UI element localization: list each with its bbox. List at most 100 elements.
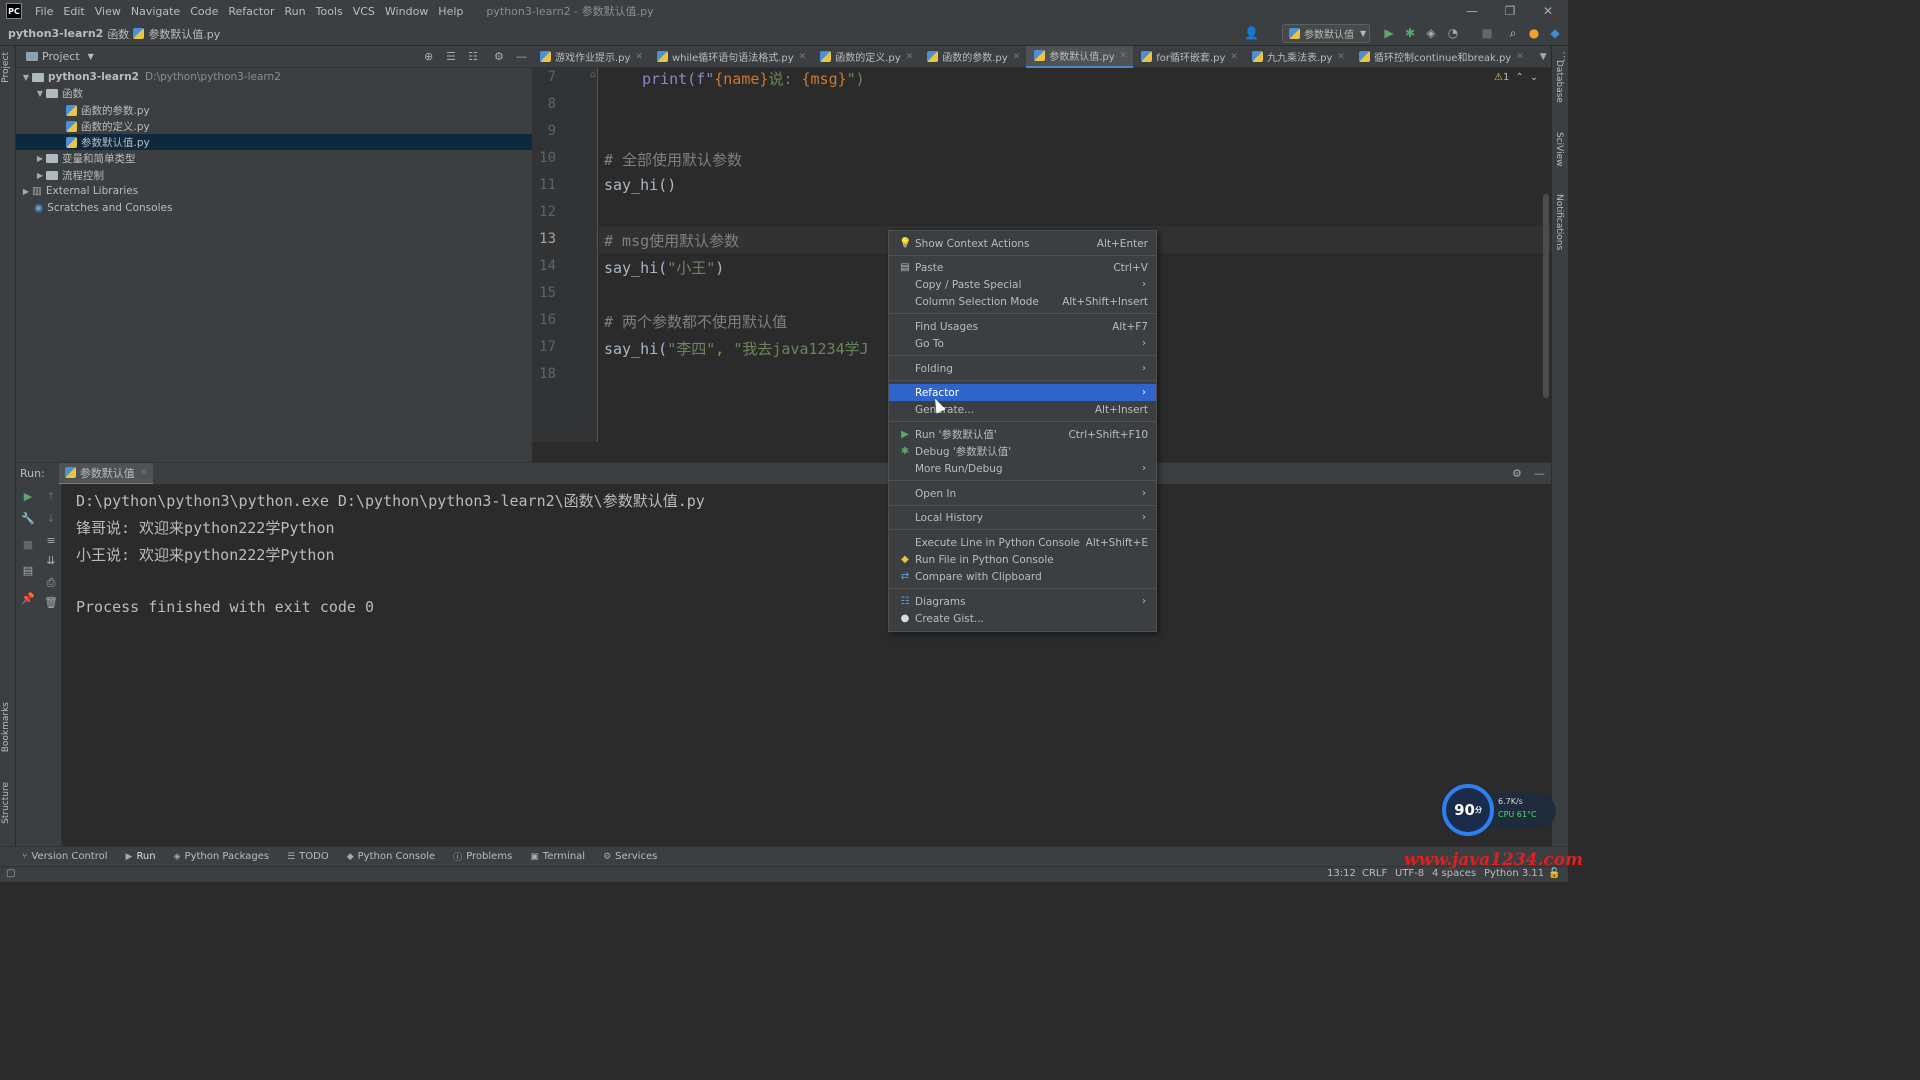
- trash-icon[interactable]: 🗑: [44, 596, 58, 610]
- tree-item-project-root[interactable]: ▼ python3-learn2 D:\python\python3-learn…: [16, 69, 532, 85]
- tool-terminal[interactable]: ▣ Terminal: [530, 851, 585, 862]
- menu-code[interactable]: Code: [185, 5, 223, 18]
- notifications-tool-button[interactable]: Notifications: [1554, 194, 1564, 250]
- menu-item-generate[interactable]: Generate... Alt+Insert: [889, 401, 1156, 418]
- tab-file[interactable]: 函数的定义.py ✕: [812, 46, 919, 68]
- menu-window[interactable]: Window: [380, 5, 433, 18]
- close-tab-icon[interactable]: ✕: [1516, 52, 1524, 62]
- tab-file[interactable]: 循环控制continue和break.py ✕: [1351, 46, 1530, 68]
- menu-item-more-run-debug[interactable]: More Run/Debug ›: [889, 460, 1156, 477]
- editor-scrollbar[interactable]: [1543, 194, 1549, 398]
- menu-item-execute-line[interactable]: Execute Line in Python Console Alt+Shift+…: [889, 534, 1156, 551]
- tree-item-file-selected[interactable]: 参数默认值.py: [16, 134, 532, 150]
- tree-item-external-libraries[interactable]: ▶ ▥ External Libraries: [16, 183, 532, 199]
- close-tab-icon[interactable]: ✕: [635, 52, 643, 62]
- menu-item-local-history[interactable]: Local History ›: [889, 509, 1156, 526]
- stop-icon[interactable]: ■: [21, 538, 35, 552]
- scroll-to-end-icon[interactable]: ⇊: [44, 554, 58, 568]
- print-icon[interactable]: ⎙: [44, 576, 58, 590]
- profile-icon[interactable]: ◔: [1446, 26, 1460, 40]
- chevron-up-icon[interactable]: ⌃: [1515, 72, 1523, 83]
- menu-item-run[interactable]: ▶ Run '参数默认值' Ctrl+Shift+F10: [889, 426, 1156, 443]
- fold-marker-icon[interactable]: ⌂: [590, 70, 596, 80]
- caret-position[interactable]: 13:12: [1327, 868, 1356, 879]
- menu-item-paste[interactable]: ▤ Paste Ctrl+V: [889, 259, 1156, 276]
- menu-file[interactable]: File: [30, 5, 58, 18]
- gear-icon[interactable]: ⚙: [494, 50, 504, 63]
- run-config-select[interactable]: 参数默认值 ▼: [1282, 24, 1370, 43]
- menu-navigate[interactable]: Navigate: [126, 5, 185, 18]
- hide-icon[interactable]: —: [1534, 467, 1545, 480]
- menu-item-copy-paste-special[interactable]: Copy / Paste Special ›: [889, 276, 1156, 293]
- tool-services[interactable]: ⚙ Services: [603, 851, 657, 862]
- wrench-icon[interactable]: 🔧: [21, 512, 35, 526]
- close-tab-icon[interactable]: ✕: [1120, 51, 1128, 61]
- pin-icon[interactable]: 📌: [21, 592, 35, 606]
- user-icon[interactable]: 👤: [1244, 26, 1259, 40]
- tab-file[interactable]: 函数的参数.py ✕: [919, 46, 1026, 68]
- close-icon[interactable]: ✕: [1528, 0, 1568, 22]
- collapse-all-icon[interactable]: ☷: [468, 50, 478, 63]
- menu-item-folding[interactable]: Folding ›: [889, 360, 1156, 377]
- menu-item-go-to[interactable]: Go To ›: [889, 335, 1156, 352]
- line-separator[interactable]: CRLF: [1362, 868, 1387, 879]
- breadcrumb-folder[interactable]: 函数: [107, 26, 129, 42]
- menu-vcs[interactable]: VCS: [348, 5, 380, 18]
- menu-item-run-file-in-console[interactable]: ◆ Run File in Python Console: [889, 551, 1156, 568]
- close-tab-icon[interactable]: ✕: [140, 468, 148, 478]
- tab-file[interactable]: 游戏作业提示.py ✕: [532, 46, 649, 68]
- menu-item-create-gist[interactable]: ● Create Gist...: [889, 610, 1156, 627]
- tool-version-control[interactable]: ⑂ Version Control: [22, 851, 108, 862]
- menu-item-column-selection-mode[interactable]: Column Selection Mode Alt+Shift+Insert: [889, 293, 1156, 310]
- arrow-down-icon[interactable]: ↓: [44, 512, 58, 526]
- menu-item-diagrams[interactable]: ☷ Diagrams ›: [889, 593, 1156, 610]
- tab-file[interactable]: while循环语句语法格式.py ✕: [649, 46, 812, 68]
- menu-item-find-usages[interactable]: Find Usages Alt+F7: [889, 318, 1156, 335]
- tab-file-active[interactable]: 参数默认值.py ✕: [1026, 45, 1134, 68]
- project-tool-button[interactable]: Project: [1, 52, 11, 83]
- close-tab-icon[interactable]: ✕: [1013, 52, 1021, 62]
- update-icon[interactable]: ●: [1527, 26, 1541, 40]
- close-tab-icon[interactable]: ✕: [799, 52, 807, 62]
- tree-item-scratches[interactable]: ◉ Scratches and Consoles: [16, 200, 532, 216]
- tab-run-config[interactable]: 参数默认值 ✕: [58, 462, 154, 485]
- sciview-tool-button[interactable]: SciView: [1554, 132, 1564, 167]
- arrow-up-icon[interactable]: ↑: [44, 490, 58, 504]
- tool-python-packages[interactable]: ◈ Python Packages: [174, 851, 269, 862]
- tree-item-folder[interactable]: ▶ 流程控制: [16, 167, 532, 183]
- menu-view[interactable]: View: [90, 5, 126, 18]
- menu-item-refactor[interactable]: Refactor ›: [889, 384, 1156, 401]
- menu-help[interactable]: Help: [433, 5, 468, 18]
- hide-icon[interactable]: —: [516, 50, 527, 63]
- close-tab-icon[interactable]: ✕: [1337, 52, 1345, 62]
- menu-item-debug[interactable]: ✱ Debug '参数默认值': [889, 443, 1156, 460]
- menu-edit[interactable]: Edit: [58, 5, 89, 18]
- breadcrumb-file[interactable]: 参数默认值.py: [148, 26, 220, 42]
- toggle-tool-windows-icon[interactable]: ▢: [6, 868, 15, 879]
- breadcrumb-project[interactable]: python3-learn2: [8, 27, 103, 40]
- tree-item-file[interactable]: 函数的参数.py: [16, 102, 532, 118]
- more-icon[interactable]: ⋮: [1559, 50, 1570, 63]
- tab-file[interactable]: 九九乘法表.py ✕: [1244, 46, 1351, 68]
- tool-run[interactable]: ▶ Run: [126, 851, 156, 862]
- chevron-down-icon[interactable]: ▼: [88, 52, 94, 61]
- locate-icon[interactable]: ⊕: [424, 50, 433, 63]
- coverage-icon[interactable]: ◈: [1424, 26, 1438, 40]
- tree-item-file[interactable]: 函数的定义.py: [16, 118, 532, 134]
- menu-item-compare-clipboard[interactable]: ⇄ Compare with Clipboard: [889, 568, 1156, 585]
- gear-icon[interactable]: ⚙: [1512, 467, 1522, 480]
- restore-icon[interactable]: ❐: [1490, 0, 1530, 22]
- menu-tools[interactable]: Tools: [311, 5, 348, 18]
- soft-wrap-icon[interactable]: ≡: [44, 534, 58, 548]
- project-view-select[interactable]: Project: [42, 50, 80, 63]
- stop-icon[interactable]: ■: [1480, 26, 1494, 40]
- run-icon[interactable]: ▶: [1382, 26, 1396, 40]
- rerun-icon[interactable]: ▶: [21, 490, 35, 504]
- minimize-icon[interactable]: —: [1452, 0, 1492, 22]
- debug-icon[interactable]: ✱: [1403, 26, 1417, 40]
- structure-tool-button[interactable]: Structure: [1, 782, 11, 824]
- expand-all-icon[interactable]: ☰: [446, 50, 456, 63]
- tree-item-folder[interactable]: ▶ 变量和简单类型: [16, 150, 532, 166]
- tool-todo[interactable]: ☰ TODO: [287, 851, 329, 862]
- menu-item-open-in[interactable]: Open In ›: [889, 485, 1156, 502]
